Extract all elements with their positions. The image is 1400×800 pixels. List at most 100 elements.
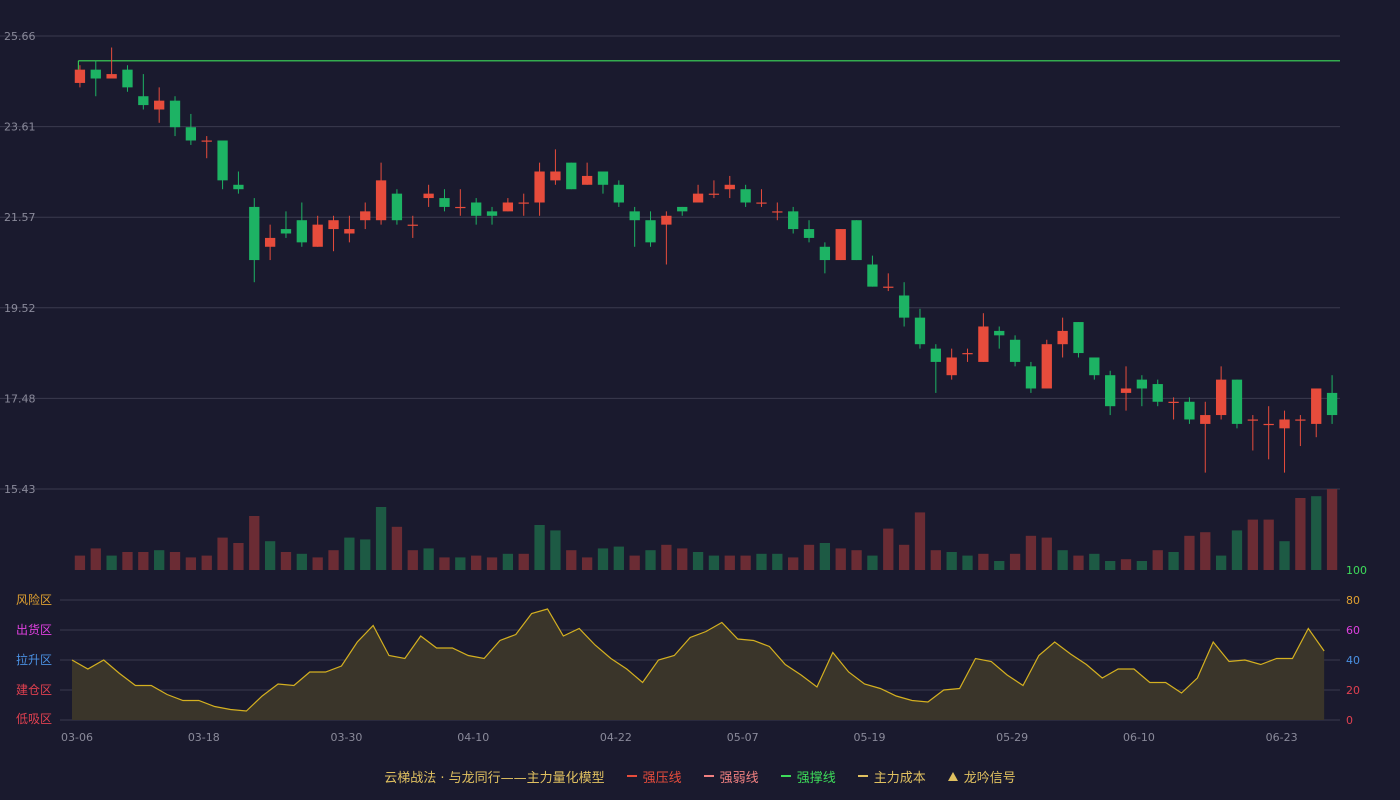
candle-body	[154, 100, 165, 110]
volume-bar	[835, 548, 846, 570]
volume-bar	[677, 548, 688, 570]
volume-bar	[502, 553, 514, 570]
legend-title: 云梯战法 · 与龙同行——主力量化模型	[384, 767, 604, 786]
candle-body	[1231, 379, 1243, 424]
candle-body	[1073, 322, 1084, 354]
candle-body	[851, 220, 862, 261]
candle-body	[90, 69, 101, 79]
candle-body	[930, 348, 941, 362]
candle-body	[835, 229, 846, 261]
price-tick-label: 25.66	[4, 30, 36, 43]
candle-body	[740, 189, 751, 203]
volume-bar	[249, 516, 260, 570]
candle-body	[328, 220, 339, 230]
candle-body	[1215, 379, 1227, 416]
volume-bar	[819, 543, 831, 570]
candle-body	[692, 193, 704, 203]
candle-body	[613, 184, 624, 203]
volume-bar	[344, 537, 355, 570]
volume-bar	[581, 557, 593, 570]
candle-body	[1152, 384, 1163, 402]
candle-body	[629, 211, 640, 221]
price-tick-label: 21.57	[4, 211, 36, 224]
volume-bar	[1073, 555, 1084, 570]
candle-body	[312, 224, 323, 247]
volume-bar	[898, 544, 910, 570]
volume-bar	[534, 525, 545, 570]
volume-bar	[375, 507, 387, 570]
volume-bar	[122, 552, 133, 570]
volume-bar	[518, 553, 529, 570]
volume-bar	[360, 539, 371, 570]
legend-label: 强压线	[642, 770, 682, 786]
candle-body	[1136, 379, 1148, 389]
legend-swatch-dashed-gold-icon	[857, 775, 868, 777]
volume-bar	[803, 544, 815, 570]
volume-bar	[1215, 555, 1227, 570]
x-tick-label: 04-10	[457, 731, 489, 744]
candle-body	[1295, 419, 1306, 421]
candle-body	[581, 175, 593, 185]
volume-bar	[106, 555, 117, 570]
candle-body	[1279, 419, 1290, 429]
candle-body	[138, 96, 149, 106]
legend-label: 强撑线	[796, 770, 836, 786]
chart-canvas: 25.66 23.61 21.57 19.52 17.48 15.43 100 80 60 40 2…	[0, 30, 1367, 744]
candle-body	[296, 220, 307, 243]
legend-swatch-dashed-pink-icon	[703, 775, 714, 777]
volume-bar	[1105, 561, 1116, 570]
volume-bar	[692, 552, 704, 570]
candle-body	[550, 171, 561, 181]
volume-bar	[328, 550, 339, 570]
volume-bar	[962, 555, 973, 570]
volume-bar	[930, 550, 941, 570]
volume-bar	[74, 555, 86, 570]
volume-bar	[724, 555, 735, 570]
zone-label: 风险区	[16, 592, 52, 607]
legend-item-resistance: 强压线	[626, 767, 682, 786]
volume-bar	[312, 557, 323, 570]
volume-bar	[1295, 498, 1306, 570]
candle-body	[597, 171, 609, 185]
volume-bar	[661, 544, 672, 570]
oscillator-series	[71, 608, 1325, 720]
volume-bar	[867, 555, 878, 570]
candle-body	[280, 229, 292, 234]
legend-label: 主力成本	[873, 770, 926, 786]
volume-bar	[233, 543, 244, 570]
candle-body	[677, 206, 688, 212]
candle-body	[867, 264, 878, 287]
volume-bar	[1136, 561, 1148, 570]
candle-body	[185, 127, 197, 141]
volume-bar	[455, 557, 466, 570]
volume-bar	[201, 555, 212, 570]
volume-bar	[788, 557, 799, 570]
candle-body	[471, 202, 482, 216]
volume-bar	[946, 552, 957, 570]
volume-bar	[296, 553, 307, 570]
candle-body	[708, 193, 720, 195]
volume-bar	[772, 553, 783, 570]
legend-item-signal: 龙吟信号	[947, 767, 1016, 786]
candle-body	[375, 180, 387, 221]
volume-bar	[566, 550, 577, 570]
price-tick-label: 19.52	[4, 302, 36, 315]
candle-body	[169, 100, 181, 128]
volume-series	[74, 489, 1338, 570]
volume-bar	[90, 548, 101, 570]
legend-swatch-solid-green-icon	[780, 775, 791, 777]
candle-body	[946, 357, 957, 376]
candle-body	[1311, 388, 1322, 424]
candle-body	[724, 184, 735, 190]
candle-body	[1089, 357, 1100, 376]
x-tick-label: 05-07	[727, 731, 759, 744]
candle-body	[455, 206, 466, 209]
volume-bar	[264, 541, 276, 570]
volume-bar	[1326, 489, 1338, 570]
candle-body	[502, 202, 514, 212]
candle-body	[756, 202, 767, 204]
volume-bar	[1311, 496, 1322, 570]
candle-body	[439, 198, 450, 207]
volume-bar	[550, 530, 561, 570]
volume-bar	[914, 512, 926, 570]
